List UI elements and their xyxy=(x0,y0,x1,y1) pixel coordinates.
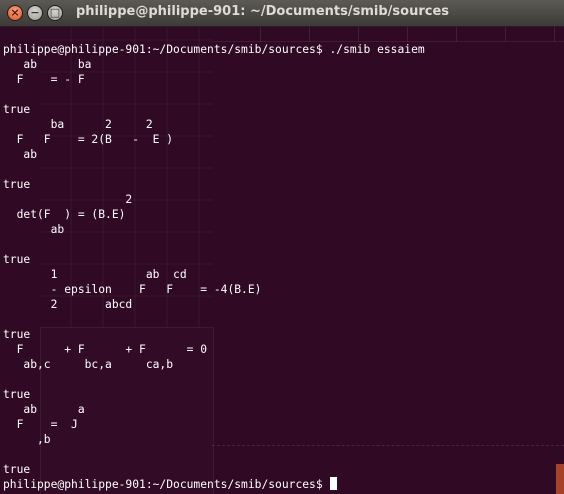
terminal-output: philippe@philippe-901:~/Documents/smib/s… xyxy=(3,42,425,492)
terminal-window: × − □ philippe@philippe-901: ~/Documents… xyxy=(0,0,564,494)
output-line: F = - F xyxy=(3,73,85,86)
output-line: F + F + F = 0 xyxy=(3,343,208,356)
background-ghost-scrollbar xyxy=(556,464,564,494)
output-line: - epsilon F F = -4(B.E) xyxy=(3,283,262,296)
output-line: det(F ) = (B.E) xyxy=(3,208,126,221)
terminal-area[interactable]: philippe@philippe-901:~/Documents/smib/s… xyxy=(0,27,564,494)
output-line: true xyxy=(3,178,31,191)
output-line: F = J xyxy=(3,418,78,431)
output-line: true xyxy=(3,463,31,476)
prompt-line[interactable]: philippe@philippe-901:~/Documents/smib/s… xyxy=(3,477,425,492)
output-line: 2 xyxy=(3,193,133,206)
maximize-button[interactable]: □ xyxy=(47,5,63,21)
output-line: ab xyxy=(3,148,38,161)
text-cursor xyxy=(330,477,338,490)
output-line: true xyxy=(3,328,31,341)
output-line: ab,c bc,a ca,b xyxy=(3,358,174,371)
output-line: true xyxy=(3,388,31,401)
output-line: true xyxy=(3,253,31,266)
output-line: ab ba xyxy=(3,58,92,71)
close-button[interactable]: × xyxy=(7,5,23,21)
output-line: true xyxy=(3,103,31,116)
output-line: 1 ab cd xyxy=(3,268,187,281)
output-line: ba 2 2 xyxy=(3,118,153,131)
shell-prompt: philippe@philippe-901:~/Documents/smib/s… xyxy=(3,478,330,491)
output-line: ab a xyxy=(3,403,85,416)
background-ghost-ruler xyxy=(212,27,564,42)
window-title: philippe@philippe-901: ~/Documents/smib/… xyxy=(76,4,450,19)
window-titlebar[interactable]: × − □ philippe@philippe-901: ~/Documents… xyxy=(0,0,564,27)
minimize-button[interactable]: − xyxy=(27,5,43,21)
output-line: ,b xyxy=(3,433,51,446)
output-line: F F = 2(B - E ) xyxy=(3,133,174,146)
output-line: ab xyxy=(3,223,65,236)
output-line: philippe@philippe-901:~/Documents/smib/s… xyxy=(3,43,425,56)
output-line: 2 abcd xyxy=(3,298,133,311)
